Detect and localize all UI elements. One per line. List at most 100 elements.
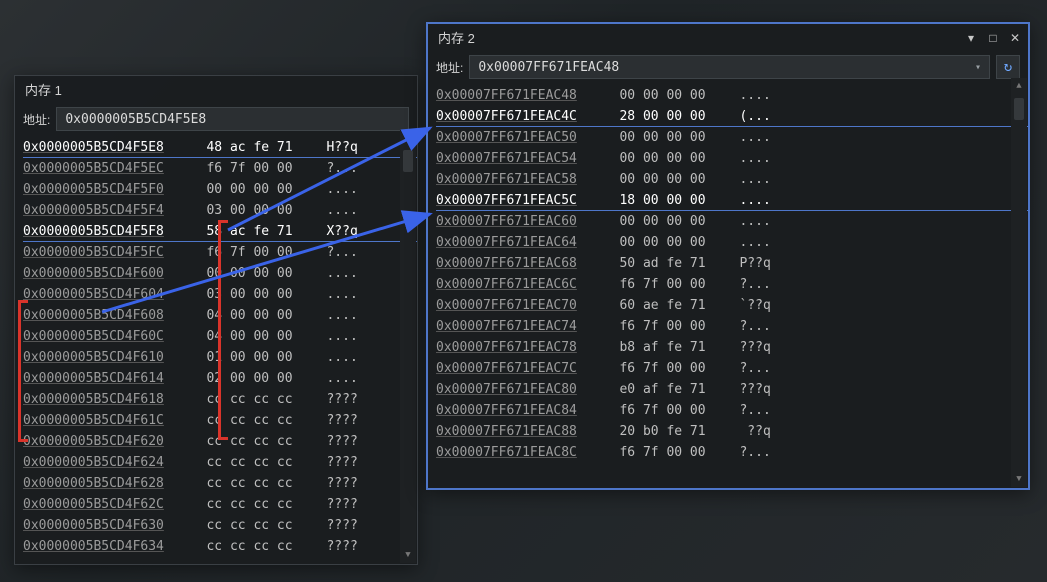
- memory-address: 0x0000005B5CD4F62C: [23, 494, 183, 515]
- memory-row[interactable]: 0x00007FF671FEAC88 20 b0 fe 71 ??q: [436, 421, 1028, 442]
- scrollbar[interactable]: ▲ ▼: [400, 130, 416, 563]
- memory-row[interactable]: 0x00007FF671FEAC8C f6 7f 00 00 ?...: [436, 442, 1028, 463]
- memory-row[interactable]: 0x0000005B5CD4F628 cc cc cc cc ????: [23, 473, 417, 494]
- scrollbar[interactable]: ▲ ▼: [1011, 78, 1027, 487]
- memory-address: 0x00007FF671FEAC60: [436, 211, 596, 232]
- memory-ascii: X??q: [303, 221, 358, 241]
- memory-ascii: ....: [716, 169, 771, 190]
- memory-hex: f6 7f 00 00: [596, 358, 716, 379]
- memory-address: 0x0000005B5CD4F634: [23, 536, 183, 557]
- memory-address: 0x0000005B5CD4F610: [23, 347, 183, 368]
- memory-ascii: ????: [303, 389, 358, 410]
- memory-row[interactable]: 0x00007FF671FEAC4C 28 00 00 00 (...: [436, 106, 1028, 127]
- memory-hex: f6 7f 00 00: [183, 158, 303, 179]
- memory-hex: 04 00 00 00: [183, 326, 303, 347]
- scroll-thumb[interactable]: [1014, 98, 1024, 120]
- memory-row[interactable]: 0x00007FF671FEAC50 00 00 00 00 ....: [436, 127, 1028, 148]
- address-input[interactable]: 0x00007FF671FEAC48 ▾: [469, 55, 990, 79]
- memory-address: 0x0000005B5CD4F630: [23, 515, 183, 536]
- memory-ascii: ....: [716, 190, 771, 210]
- memory-row[interactable]: 0x00007FF671FEAC68 50 ad fe 71 P??q: [436, 253, 1028, 274]
- memory-hex: cc cc cc cc: [183, 473, 303, 494]
- memory-ascii: ....: [303, 368, 358, 389]
- memory-row[interactable]: 0x00007FF671FEAC6C f6 7f 00 00 ?...: [436, 274, 1028, 295]
- memory-row[interactable]: 0x00007FF671FEAC5C 18 00 00 00 ....: [436, 190, 1028, 211]
- memory-ascii: P??q: [716, 253, 771, 274]
- memory-row[interactable]: 0x0000005B5CD4F624 cc cc cc cc ????: [23, 452, 417, 473]
- chevron-down-icon[interactable]: ▾: [975, 62, 981, 73]
- memory-ascii: (...: [716, 106, 771, 126]
- memory-row[interactable]: 0x0000005B5CD4F634 cc cc cc cc ????: [23, 536, 417, 557]
- memory-hex: 03 00 00 00: [183, 284, 303, 305]
- memory-row[interactable]: 0x00007FF671FEAC54 00 00 00 00 ....: [436, 148, 1028, 169]
- memory-hex: f6 7f 00 00: [596, 316, 716, 337]
- memory-ascii: ....: [303, 263, 358, 284]
- memory-hex: cc cc cc cc: [183, 536, 303, 557]
- memory-row[interactable]: 0x00007FF671FEAC84 f6 7f 00 00 ?...: [436, 400, 1028, 421]
- memory-row[interactable]: 0x00007FF671FEAC58 00 00 00 00 ....: [436, 169, 1028, 190]
- memory-row[interactable]: 0x00007FF671FEAC70 60 ae fe 71 `??q: [436, 295, 1028, 316]
- memory-row[interactable]: 0x0000005B5CD4F62C cc cc cc cc ????: [23, 494, 417, 515]
- memory-ascii: ....: [716, 127, 771, 148]
- memory-address: 0x00007FF671FEAC54: [436, 148, 596, 169]
- memory-hex: 00 00 00 00: [183, 179, 303, 200]
- memory-ascii: ....: [303, 326, 358, 347]
- memory-hex: 58 ac fe 71: [183, 221, 303, 241]
- memory-hex: cc cc cc cc: [183, 515, 303, 536]
- scroll-down-icon[interactable]: ▼: [400, 547, 416, 563]
- memory-ascii: ????: [303, 452, 358, 473]
- memory-row[interactable]: 0x0000005B5CD4F5F0 00 00 00 00 ....: [23, 179, 417, 200]
- memory-hex: 50 ad fe 71: [596, 253, 716, 274]
- memory-ascii: ????: [303, 473, 358, 494]
- memory-ascii: ????: [303, 494, 358, 515]
- bracket-annotation: [18, 300, 28, 442]
- memory-address: 0x00007FF671FEAC78: [436, 337, 596, 358]
- memory-hex: f6 7f 00 00: [183, 242, 303, 263]
- memory-hex: f6 7f 00 00: [596, 442, 716, 463]
- memory-row[interactable]: 0x00007FF671FEAC80 e0 af fe 71 ???q: [436, 379, 1028, 400]
- memory-address: 0x00007FF671FEAC6C: [436, 274, 596, 295]
- scroll-down-icon[interactable]: ▼: [1011, 471, 1027, 487]
- memory-address: 0x0000005B5CD4F628: [23, 473, 183, 494]
- memory-ascii: ....: [303, 305, 358, 326]
- memory-address: 0x0000005B5CD4F614: [23, 368, 183, 389]
- memory-row[interactable]: 0x0000005B5CD4F5F4 03 00 00 00 ....: [23, 200, 417, 221]
- memory-address: 0x0000005B5CD4F5EC: [23, 158, 183, 179]
- memory-ascii: ....: [303, 284, 358, 305]
- memory-ascii: ....: [303, 179, 358, 200]
- memory-row[interactable]: 0x0000005B5CD4F630 cc cc cc cc ????: [23, 515, 417, 536]
- memory-hex: cc cc cc cc: [183, 431, 303, 452]
- memory-row[interactable]: 0x00007FF671FEAC60 00 00 00 00 ....: [436, 211, 1028, 232]
- memory-address: 0x00007FF671FEAC5C: [436, 190, 596, 210]
- memory-row[interactable]: 0x0000005B5CD4F5EC f6 7f 00 00 ?...: [23, 158, 417, 179]
- scroll-thumb[interactable]: [403, 150, 413, 172]
- memory-row[interactable]: 0x00007FF671FEAC74 f6 7f 00 00 ?...: [436, 316, 1028, 337]
- address-value: 0x00007FF671FEAC48: [478, 60, 619, 75]
- memory-ascii: ???q: [716, 379, 771, 400]
- memory-row[interactable]: 0x00007FF671FEAC7C f6 7f 00 00 ?...: [436, 358, 1028, 379]
- address-bar: 地址: 0x00007FF671FEAC48 ▾ ↻: [428, 51, 1028, 83]
- memory-hex: cc cc cc cc: [183, 494, 303, 515]
- scroll-up-icon[interactable]: ▲: [400, 130, 416, 146]
- address-label: 地址:: [23, 111, 50, 128]
- memory-row[interactable]: 0x00007FF671FEAC78 b8 af fe 71 ???q: [436, 337, 1028, 358]
- dropdown-icon[interactable]: ▾: [964, 31, 978, 45]
- panel-title: 内存 1: [25, 80, 411, 99]
- maximize-icon[interactable]: □: [986, 31, 1000, 45]
- memory-address: 0x0000005B5CD4F60C: [23, 326, 183, 347]
- scroll-up-icon[interactable]: ▲: [1011, 78, 1027, 94]
- memory-row[interactable]: 0x00007FF671FEAC64 00 00 00 00 ....: [436, 232, 1028, 253]
- address-input[interactable]: 0x0000005B5CD4F5E8: [56, 107, 409, 131]
- memory-address: 0x0000005B5CD4F61C: [23, 410, 183, 431]
- close-icon[interactable]: ✕: [1008, 31, 1022, 45]
- memory-ascii: `??q: [716, 295, 771, 316]
- memory-hex: 20 b0 fe 71: [596, 421, 716, 442]
- memory-address: 0x00007FF671FEAC4C: [436, 106, 596, 126]
- memory-hex: cc cc cc cc: [183, 389, 303, 410]
- memory-ascii: ???q: [716, 337, 771, 358]
- memory-ascii: ?...: [303, 242, 358, 263]
- refresh-button[interactable]: ↻: [996, 55, 1020, 79]
- memory-row[interactable]: 0x00007FF671FEAC48 00 00 00 00 ....: [436, 85, 1028, 106]
- memory-row[interactable]: 0x0000005B5CD4F5E8 48 ac fe 71 H??q: [23, 137, 417, 158]
- memory-hex: 48 ac fe 71: [183, 137, 303, 157]
